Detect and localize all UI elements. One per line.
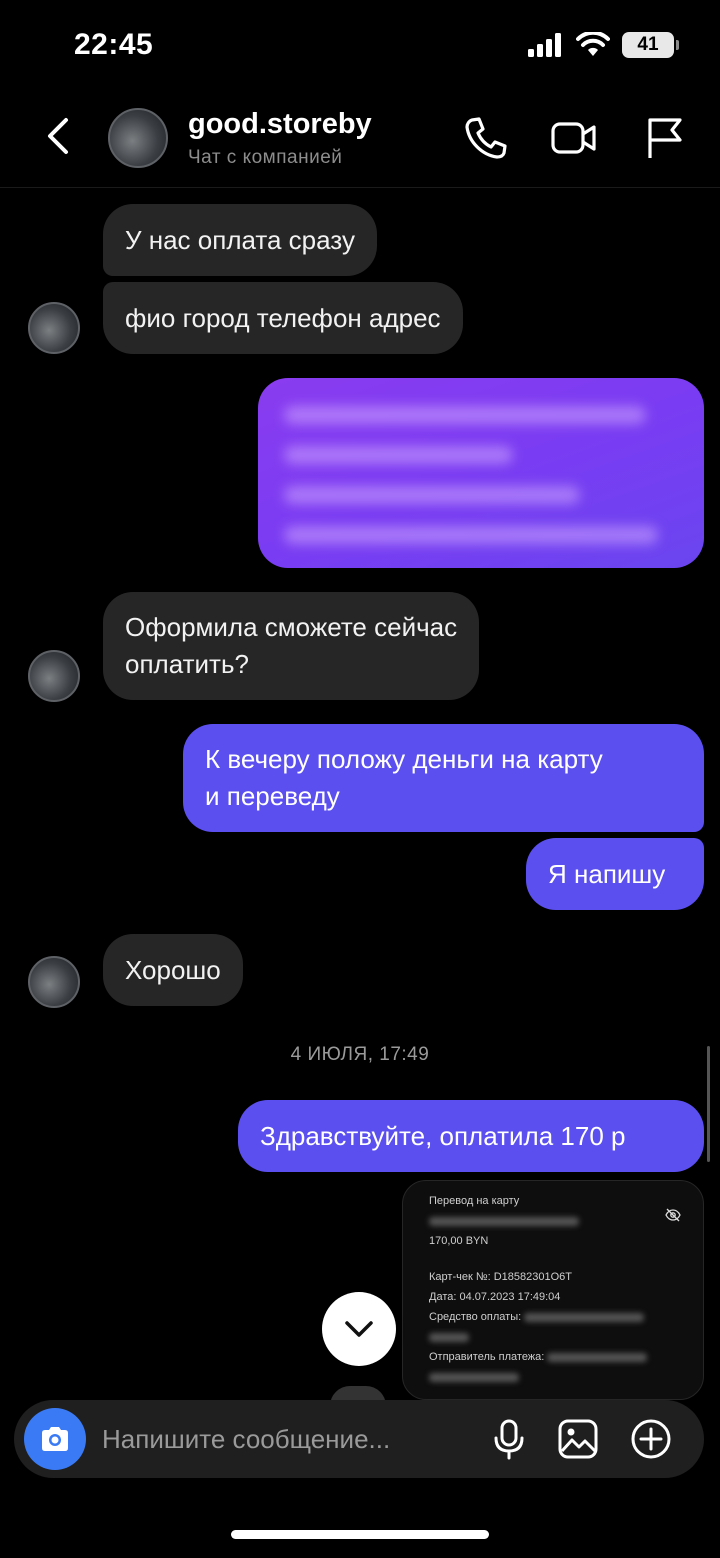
microphone-icon[interactable] (488, 1418, 530, 1460)
plus-circle-icon[interactable] (630, 1418, 672, 1460)
chat-screen: 22:45 41 good.storeby Чат с компанией У … (0, 0, 720, 1558)
hidden-eye-icon[interactable] (665, 1207, 681, 1223)
message-text-line: Оформила сможете сейчас (125, 612, 458, 642)
blurred-value (429, 1332, 469, 1342)
outgoing-message[interactable]: Я напишу (526, 838, 704, 910)
status-time: 22:45 (74, 28, 154, 61)
incoming-message[interactable]: Хорошо (103, 934, 243, 1006)
message-text-line: К вечеру положу деньги на карту (205, 744, 603, 774)
wifi-icon (576, 32, 610, 56)
receipt-payment-means: Средство оплаты: (429, 1311, 522, 1323)
message-text: Здравствуйте, оплатила 170 р (260, 1120, 626, 1151)
message-input[interactable] (102, 1416, 472, 1462)
message-composer (14, 1400, 704, 1478)
sender-avatar[interactable] (28, 302, 80, 354)
camera-button[interactable] (24, 1408, 86, 1470)
outgoing-message-blurred[interactable] (258, 378, 704, 568)
outgoing-message[interactable]: Здравствуйте, оплатила 170 р (238, 1100, 704, 1172)
scrollbar[interactable] (707, 1046, 710, 1162)
sender-avatar[interactable] (28, 650, 80, 702)
incoming-message[interactable]: фио город телефон адрес (103, 282, 463, 354)
blurred-value (547, 1352, 648, 1362)
chevron-down-icon (345, 1321, 373, 1337)
receipt-check-number: Карт-чек №: D18582301O6T (429, 1271, 573, 1283)
blurred-value (429, 1372, 519, 1382)
phone-icon[interactable] (462, 114, 510, 162)
message-text: У нас оплата сразу (125, 224, 355, 255)
message-text: фио город телефон адрес (125, 302, 441, 333)
blurred-value (524, 1312, 645, 1322)
receipt-sender: Отправитель платежа: (429, 1351, 545, 1363)
camera-icon (42, 1427, 68, 1451)
flag-icon[interactable] (640, 114, 688, 162)
back-icon[interactable] (38, 114, 82, 158)
date-separator: 4 ИЮЛЯ, 17:49 (290, 1044, 430, 1065)
receipt-amount: 170,00 BYN (429, 1235, 489, 1247)
blurred-card-number (429, 1216, 579, 1226)
outgoing-message[interactable]: К вечеру положу деньги на карту и переве… (183, 724, 704, 832)
blurred-text-line (284, 526, 659, 544)
blurred-text-line (284, 446, 513, 464)
message-text-line: оплатить? (125, 649, 249, 679)
contact-avatar[interactable] (108, 108, 168, 168)
gallery-icon[interactable] (557, 1418, 599, 1460)
signal-icon (528, 33, 561, 57)
receipt-image-message[interactable]: Перевод на карту 170,00 BYN Карт-чек №: … (402, 1180, 704, 1400)
chat-header: good.storeby Чат с компанией (0, 90, 720, 188)
blurred-text-line (284, 406, 647, 424)
contact-name[interactable]: good.storeby (188, 108, 372, 141)
battery-indicator: 41 (622, 32, 679, 58)
status-icons: 41 (528, 32, 679, 58)
receipt-date: Дата: 04.07.2023 17:49:04 (429, 1291, 561, 1303)
message-text: Хорошо (125, 954, 221, 985)
sender-avatar[interactable] (28, 956, 80, 1008)
message-text-line: и переведу (205, 781, 340, 811)
receipt-title: Перевод на карту (429, 1195, 520, 1207)
incoming-message[interactable]: У нас оплата сразу (103, 204, 377, 276)
home-indicator[interactable] (231, 1530, 489, 1539)
scroll-to-bottom-button[interactable] (322, 1292, 396, 1366)
incoming-message[interactable]: Оформила сможете сейчас оплатить? (103, 592, 480, 700)
contact-subtitle: Чат с компанией (188, 147, 343, 168)
blurred-text-line (284, 486, 580, 504)
message-text: Я напишу (548, 858, 666, 889)
video-call-icon[interactable] (550, 114, 598, 162)
